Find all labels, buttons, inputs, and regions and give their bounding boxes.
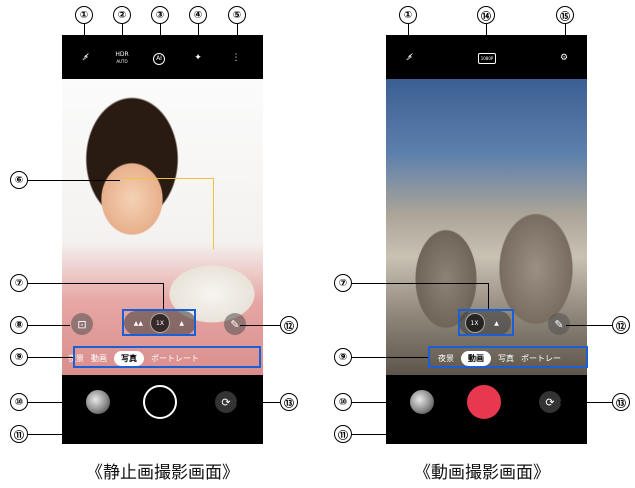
switch-camera-button[interactable]: ⟳: [215, 391, 237, 413]
video-camera-screen: ⚡̸ 1080P ⚙ 1X ▲ ✎ 夜景 動画 写真 ポートレー ⟳: [386, 35, 587, 444]
leader-line: [163, 283, 164, 309]
more-menu-button[interactable]: ⋮: [229, 51, 243, 65]
leader-line: [566, 325, 612, 326]
callout-3: ③: [151, 6, 169, 24]
leader-line: [240, 325, 280, 326]
leader-line: [352, 434, 488, 435]
leader-line: [28, 283, 163, 284]
leader-line: [160, 24, 161, 43]
hdr-sub-label: AUTO: [116, 59, 128, 64]
callout-9: ⑨: [10, 348, 28, 366]
callout-12: ⑫: [280, 316, 298, 334]
switch-camera-icon: ⟳: [221, 395, 231, 409]
callout-7: ⑦: [10, 274, 28, 292]
switch-camera-icon: ⟳: [545, 395, 555, 409]
leader-line: [28, 434, 163, 435]
mode-highlight-left: [73, 346, 261, 368]
callout-4: ④: [189, 6, 207, 24]
switch-camera-button[interactable]: ⟳: [539, 391, 561, 413]
callout-7: ⑦: [334, 274, 352, 292]
leader-line: [84, 24, 85, 43]
ai-label: AI: [156, 55, 162, 62]
focus-frame: [122, 178, 214, 250]
leader-line: [352, 402, 410, 403]
callout-1: ①: [75, 6, 93, 24]
zoom-highlight-right: [458, 309, 514, 336]
zoom-highlight-left: [122, 309, 196, 336]
ai-button[interactable]: AI: [153, 53, 165, 65]
record-button[interactable]: [467, 385, 501, 419]
callout-6: ⑥: [10, 171, 28, 189]
wand-icon: ✎: [554, 317, 564, 331]
gallery-thumbnail[interactable]: [410, 390, 434, 414]
leader-line: [122, 24, 123, 43]
leader-line: [565, 24, 566, 43]
scan-icon: ⊡: [77, 317, 87, 331]
leader-line: [28, 357, 73, 358]
callout-13: ⑬: [612, 393, 630, 411]
wand-icon: ✎: [230, 317, 240, 331]
callout-11: ⑪: [334, 425, 352, 443]
callout-10: ⑩: [334, 393, 352, 411]
leader-line: [163, 421, 164, 434]
settings-gear-icon[interactable]: ⚙: [557, 51, 571, 65]
leader-line: [28, 180, 120, 181]
resolution-label: 1080P: [480, 56, 494, 61]
leader-line: [488, 421, 489, 434]
still-top-bar: ⚡̸ HDR AUTO AI ✦ ⋮: [62, 35, 263, 79]
callout-9: ⑨: [334, 348, 352, 366]
leader-line: [408, 24, 409, 43]
still-caption: 《静止画撮影画面》: [86, 463, 239, 483]
shutter-button[interactable]: [143, 385, 177, 419]
effects-button[interactable]: ✎: [224, 313, 246, 335]
more-icon: ⋮: [231, 53, 241, 63]
leader-line: [560, 402, 612, 403]
leader-line: [236, 402, 280, 403]
hdr-button[interactable]: HDR AUTO: [115, 51, 129, 65]
beauty-icon[interactable]: ✦: [191, 51, 205, 65]
gallery-thumbnail[interactable]: [86, 390, 110, 414]
callout-12: ⑫: [612, 316, 630, 334]
resolution-button[interactable]: 1080P: [478, 53, 496, 64]
callout-13: ⑬: [280, 393, 298, 411]
flash-off-icon[interactable]: ⚡̸: [79, 51, 93, 65]
mode-highlight-right: [428, 346, 588, 368]
leader-line: [237, 24, 238, 43]
callout-15: ⑮: [556, 6, 574, 24]
leader-line: [352, 357, 428, 358]
flash-off-icon[interactable]: ⚡̸: [403, 51, 417, 65]
leader-line: [352, 283, 488, 284]
leader-line: [28, 325, 70, 326]
callout-11: ⑪: [10, 425, 28, 443]
callout-1: ①: [399, 6, 417, 24]
video-caption: 《動画撮影画面》: [414, 463, 550, 483]
still-camera-screen: ⚡̸ HDR AUTO AI ✦ ⋮ ▲▲ 1X ▲ ⊡ ✎ 夜景 動画 写真 …: [62, 35, 263, 444]
lens-scan-button[interactable]: ⊡: [71, 313, 93, 335]
leader-line: [28, 402, 86, 403]
callout-5: ⑤: [228, 6, 246, 24]
hdr-label: HDR: [115, 51, 129, 58]
effects-button[interactable]: ✎: [548, 313, 570, 335]
leader-line: [488, 283, 489, 309]
leader-line: [198, 24, 199, 43]
leader-line: [486, 24, 487, 43]
callout-2: ②: [113, 6, 131, 24]
callout-8: ⑧: [10, 316, 28, 334]
callout-10: ⑩: [10, 393, 28, 411]
callout-14: ⑭: [477, 6, 495, 24]
